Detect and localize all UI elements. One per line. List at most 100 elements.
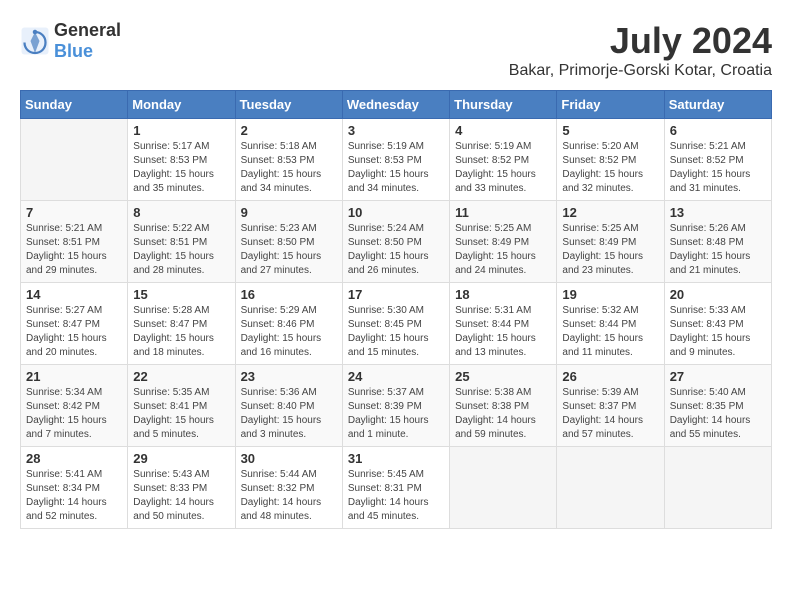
day-number: 17 <box>348 287 444 302</box>
header-tuesday: Tuesday <box>235 91 342 119</box>
day-cell: 9 Sunrise: 5:23 AM Sunset: 8:50 PM Daylig… <box>235 201 342 283</box>
day-number: 3 <box>348 123 444 138</box>
day-info: Sunrise: 5:44 AM Sunset: 8:32 PM Dayligh… <box>241 468 337 524</box>
day-cell <box>557 447 664 529</box>
day-number: 19 <box>562 287 658 302</box>
day-number: 1 <box>133 123 229 138</box>
day-number: 5 <box>562 123 658 138</box>
day-cell: 18 Sunrise: 5:31 AM Sunset: 8:44 PM Dayli… <box>450 283 557 365</box>
day-cell: 1Sunrise: 5:17 AM Sunset: 8:53 PM Daylig… <box>128 119 235 201</box>
day-number: 7 <box>26 205 122 220</box>
day-info: Sunrise: 5:21 AM Sunset: 8:51 PM Dayligh… <box>26 222 122 278</box>
day-number: 10 <box>348 205 444 220</box>
day-cell: 10 Sunrise: 5:24 AM Sunset: 8:50 PM Dayli… <box>342 201 449 283</box>
day-info: Sunrise: 5:30 AM Sunset: 8:45 PM Dayligh… <box>348 304 444 360</box>
day-number: 6 <box>670 123 766 138</box>
day-cell: 15Sunrise: 5:28 AM Sunset: 8:47 PM Dayli… <box>128 283 235 365</box>
day-info: Sunrise: 5:26 AM Sunset: 8:48 PM Dayligh… <box>670 222 766 278</box>
day-cell <box>450 447 557 529</box>
logo-general: General <box>54 20 121 40</box>
logo-icon <box>20 26 50 56</box>
week-row-1: 1Sunrise: 5:17 AM Sunset: 8:53 PM Daylig… <box>21 119 772 201</box>
day-info: Sunrise: 5:23 AM Sunset: 8:50 PM Dayligh… <box>241 222 337 278</box>
day-info: Sunrise: 5:22 AM Sunset: 8:51 PM Dayligh… <box>133 222 229 278</box>
day-number: 8 <box>133 205 229 220</box>
week-row-5: 28Sunrise: 5:41 AM Sunset: 8:34 PM Dayli… <box>21 447 772 529</box>
day-info: Sunrise: 5:45 AM Sunset: 8:31 PM Dayligh… <box>348 468 444 524</box>
day-number: 12 <box>562 205 658 220</box>
day-info: Sunrise: 5:18 AM Sunset: 8:53 PM Dayligh… <box>241 140 337 196</box>
day-info: Sunrise: 5:34 AM Sunset: 8:42 PM Dayligh… <box>26 386 122 442</box>
day-cell: 5 Sunrise: 5:20 AM Sunset: 8:52 PM Daylig… <box>557 119 664 201</box>
day-cell: 20 Sunrise: 5:33 AM Sunset: 8:43 PM Dayli… <box>664 283 771 365</box>
day-info: Sunrise: 5:31 AM Sunset: 8:44 PM Dayligh… <box>455 304 551 360</box>
day-info: Sunrise: 5:19 AM Sunset: 8:52 PM Dayligh… <box>455 140 551 196</box>
calendar-table: SundayMondayTuesdayWednesdayThursdayFrid… <box>20 90 772 529</box>
header-wednesday: Wednesday <box>342 91 449 119</box>
day-info: Sunrise: 5:24 AM Sunset: 8:50 PM Dayligh… <box>348 222 444 278</box>
logo: General Blue <box>20 20 121 62</box>
day-number: 30 <box>241 451 337 466</box>
day-cell: 8 Sunrise: 5:22 AM Sunset: 8:51 PM Daylig… <box>128 201 235 283</box>
day-info: Sunrise: 5:35 AM Sunset: 8:41 PM Dayligh… <box>133 386 229 442</box>
day-info: Sunrise: 5:25 AM Sunset: 8:49 PM Dayligh… <box>562 222 658 278</box>
day-number: 21 <box>26 369 122 384</box>
day-number: 18 <box>455 287 551 302</box>
day-cell: 27Sunrise: 5:40 AM Sunset: 8:35 PM Dayli… <box>664 365 771 447</box>
day-cell <box>664 447 771 529</box>
header-thursday: Thursday <box>450 91 557 119</box>
day-cell: 24 Sunrise: 5:37 AM Sunset: 8:39 PM Dayli… <box>342 365 449 447</box>
header-monday: Monday <box>128 91 235 119</box>
day-number: 9 <box>241 205 337 220</box>
day-number: 14 <box>26 287 122 302</box>
header-friday: Friday <box>557 91 664 119</box>
day-number: 27 <box>670 369 766 384</box>
day-cell: 4Sunrise: 5:19 AM Sunset: 8:52 PM Daylig… <box>450 119 557 201</box>
day-cell: 19Sunrise: 5:32 AM Sunset: 8:44 PM Dayli… <box>557 283 664 365</box>
day-info: Sunrise: 5:41 AM Sunset: 8:34 PM Dayligh… <box>26 468 122 524</box>
title-area: July 2024 Bakar, Primorje-Gorski Kotar, … <box>509 20 772 80</box>
day-info: Sunrise: 5:37 AM Sunset: 8:39 PM Dayligh… <box>348 386 444 442</box>
day-number: 2 <box>241 123 337 138</box>
logo-text: General Blue <box>54 20 121 62</box>
day-info: Sunrise: 5:38 AM Sunset: 8:38 PM Dayligh… <box>455 386 551 442</box>
day-info: Sunrise: 5:19 AM Sunset: 8:53 PM Dayligh… <box>348 140 444 196</box>
header-saturday: Saturday <box>664 91 771 119</box>
day-info: Sunrise: 5:43 AM Sunset: 8:33 PM Dayligh… <box>133 468 229 524</box>
week-row-3: 14Sunrise: 5:27 AM Sunset: 8:47 PM Dayli… <box>21 283 772 365</box>
day-cell: 14Sunrise: 5:27 AM Sunset: 8:47 PM Dayli… <box>21 283 128 365</box>
week-row-4: 21 Sunrise: 5:34 AM Sunset: 8:42 PM Dayli… <box>21 365 772 447</box>
day-number: 25 <box>455 369 551 384</box>
location-title: Bakar, Primorje-Gorski Kotar, Croatia <box>509 62 772 80</box>
day-info: Sunrise: 5:20 AM Sunset: 8:52 PM Dayligh… <box>562 140 658 196</box>
day-cell: 7 Sunrise: 5:21 AM Sunset: 8:51 PM Daylig… <box>21 201 128 283</box>
page-header: General Blue July 2024 Bakar, Primorje-G… <box>20 20 772 80</box>
day-number: 31 <box>348 451 444 466</box>
day-number: 24 <box>348 369 444 384</box>
day-cell: 26 Sunrise: 5:39 AM Sunset: 8:37 PM Dayli… <box>557 365 664 447</box>
day-cell: 3 Sunrise: 5:19 AM Sunset: 8:53 PM Daylig… <box>342 119 449 201</box>
day-number: 29 <box>133 451 229 466</box>
day-cell: 13Sunrise: 5:26 AM Sunset: 8:48 PM Dayli… <box>664 201 771 283</box>
day-number: 15 <box>133 287 229 302</box>
day-cell: 16Sunrise: 5:29 AM Sunset: 8:46 PM Dayli… <box>235 283 342 365</box>
calendar-header-row: SundayMondayTuesdayWednesdayThursdayFrid… <box>21 91 772 119</box>
day-info: Sunrise: 5:39 AM Sunset: 8:37 PM Dayligh… <box>562 386 658 442</box>
day-info: Sunrise: 5:33 AM Sunset: 8:43 PM Dayligh… <box>670 304 766 360</box>
day-cell: 22Sunrise: 5:35 AM Sunset: 8:41 PM Dayli… <box>128 365 235 447</box>
day-number: 16 <box>241 287 337 302</box>
header-sunday: Sunday <box>21 91 128 119</box>
day-number: 26 <box>562 369 658 384</box>
day-info: Sunrise: 5:36 AM Sunset: 8:40 PM Dayligh… <box>241 386 337 442</box>
week-row-2: 7 Sunrise: 5:21 AM Sunset: 8:51 PM Daylig… <box>21 201 772 283</box>
month-title: July 2024 <box>509 20 772 62</box>
day-number: 20 <box>670 287 766 302</box>
day-cell: 25 Sunrise: 5:38 AM Sunset: 8:38 PM Dayli… <box>450 365 557 447</box>
day-info: Sunrise: 5:21 AM Sunset: 8:52 PM Dayligh… <box>670 140 766 196</box>
day-cell <box>21 119 128 201</box>
day-cell: 2 Sunrise: 5:18 AM Sunset: 8:53 PM Daylig… <box>235 119 342 201</box>
day-cell: 30 Sunrise: 5:44 AM Sunset: 8:32 PM Dayli… <box>235 447 342 529</box>
day-number: 23 <box>241 369 337 384</box>
day-cell: 21 Sunrise: 5:34 AM Sunset: 8:42 PM Dayli… <box>21 365 128 447</box>
logo-blue: Blue <box>54 41 93 61</box>
